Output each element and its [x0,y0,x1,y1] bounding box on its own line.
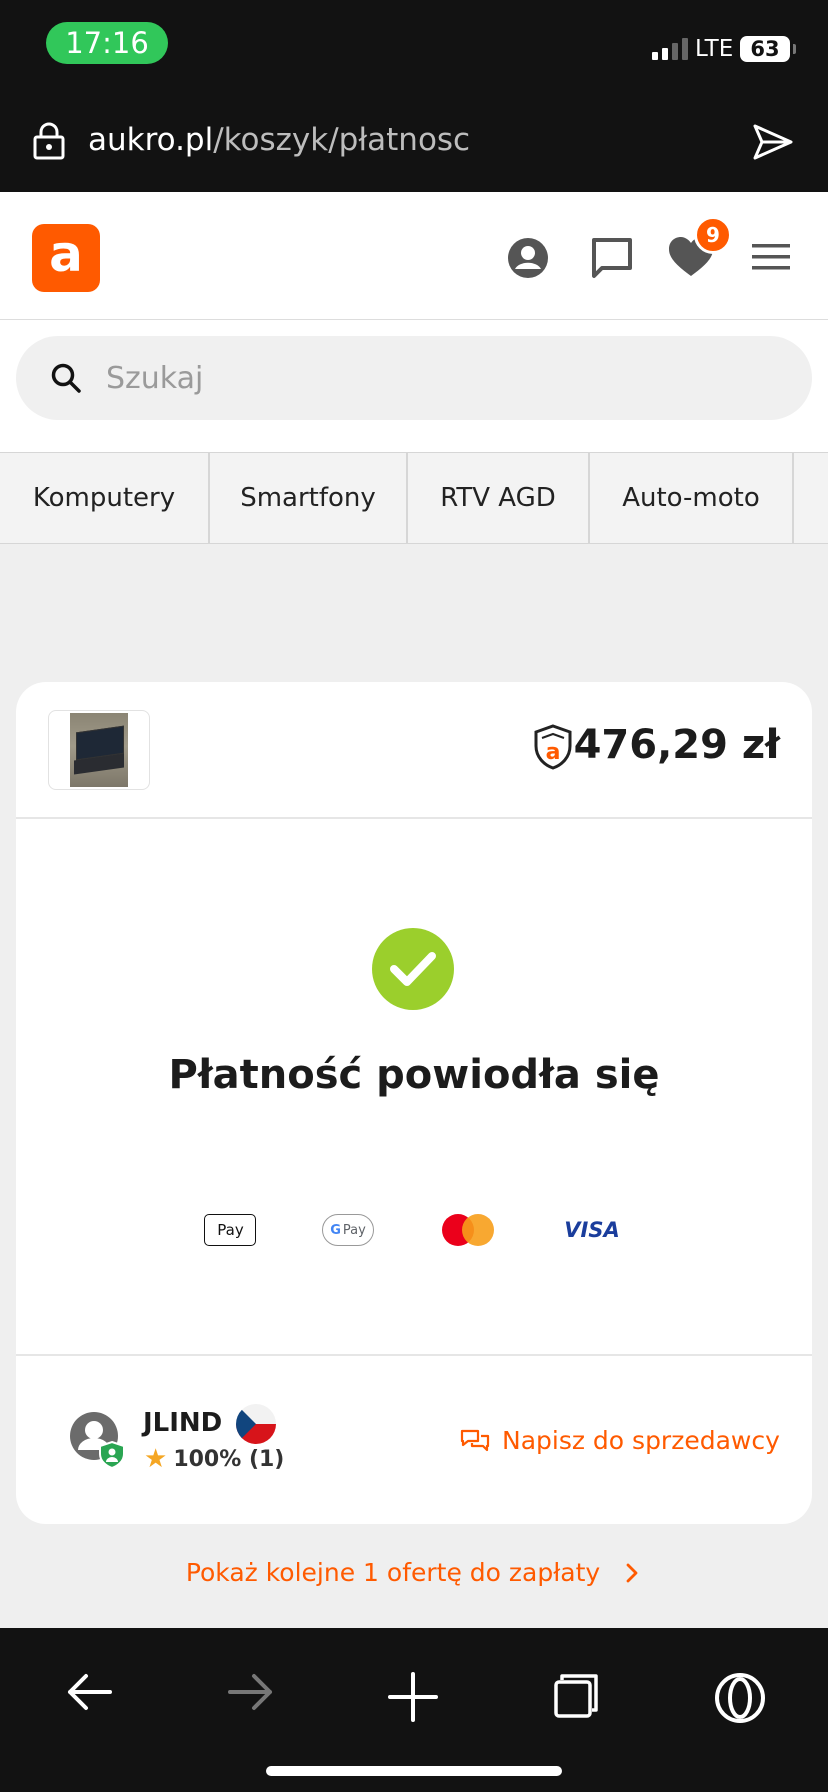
home-indicator [266,1766,562,1776]
apple-pay-label: Pay [217,1221,244,1239]
url-path: /koszyk/płatnosc [213,122,471,158]
chevron-right-icon [626,1563,638,1583]
seller-name[interactable]: JLIND [143,1408,222,1438]
account-icon[interactable] [506,236,550,280]
seller-rating-value: 100% (1) [173,1446,285,1472]
mastercard-icon [442,1214,496,1246]
visa-icon: VISA [564,1218,620,1242]
category-smartphones[interactable]: Smartfony [210,453,408,543]
clock: 17:16 [46,22,168,64]
svg-text:a: a [546,740,561,765]
star-icon: ★ [144,1444,168,1474]
seller-rating: ★ 100% (1) [144,1444,284,1474]
tabs-icon[interactable] [552,1672,600,1720]
search-bar[interactable] [16,336,812,420]
site-header: a 9 [0,192,828,320]
laptop-image [70,713,128,787]
network-type: LTE [695,36,734,62]
menu-icon[interactable] [752,242,790,272]
search-input[interactable] [106,356,766,400]
browser-toolbar [0,1628,828,1792]
seller-avatar-icon [70,1412,125,1470]
aukro-logo[interactable]: a [32,224,100,292]
more-offers-label: Pokaż kolejne 1 ofertę do zapłaty [185,1558,601,1587]
share-icon[interactable] [752,122,794,162]
google-pay-label: Pay [342,1222,366,1238]
contact-seller-label: Napisz do sprzedawcy [502,1426,780,1455]
google-pay-icon: G Pay [322,1214,374,1246]
category-nav: Komputery Smartfony RTV AGD Auto-moto [0,452,828,544]
url-domain: aukro.pl [88,122,214,158]
back-arrow-icon[interactable] [66,1672,112,1712]
order-price: 476,29 zł [573,722,780,768]
search-icon [51,363,81,393]
category-more[interactable] [794,453,828,543]
product-thumbnail[interactable] [48,710,150,790]
search-section [0,320,828,452]
new-tab-plus-icon[interactable] [388,1672,438,1722]
apple-pay-icon: Pay [204,1214,256,1246]
messages-icon[interactable] [590,236,634,280]
czech-flag-icon [236,1404,276,1444]
chat-icon [460,1429,490,1451]
forward-arrow-icon[interactable] [228,1672,274,1712]
signal-icon [652,38,688,60]
more-offers-link[interactable]: Pokaż kolejne 1 ofertę do zapłaty [0,1558,828,1587]
divider [16,1354,812,1356]
aukro-protection-shield-icon: a [534,724,572,770]
category-rtv-agd[interactable]: RTV AGD [408,453,590,543]
opera-menu-icon[interactable] [714,1672,766,1724]
lock-icon [33,122,65,160]
browser-url-bar: aukro.pl/koszyk/płatnosc [0,92,828,192]
battery-icon: 63 [740,36,796,62]
category-auto-moto[interactable]: Auto-moto [590,453,794,543]
contact-seller-button[interactable]: Napisz do sprzedawcy [460,1426,780,1455]
payment-success-message: Płatność powiodła się [168,1052,660,1098]
divider [16,817,812,819]
success-check-icon [372,928,454,1010]
status-bar: 17:16 LTE 63 [0,0,828,92]
wishlist-count-badge: 9 [694,216,732,254]
category-computers[interactable]: Komputery [0,453,210,543]
url-text[interactable]: aukro.pl/koszyk/płatnosc [88,122,470,158]
payment-card: a 476,29 zł Płatność powiodła się Pay GP… [16,682,812,1524]
